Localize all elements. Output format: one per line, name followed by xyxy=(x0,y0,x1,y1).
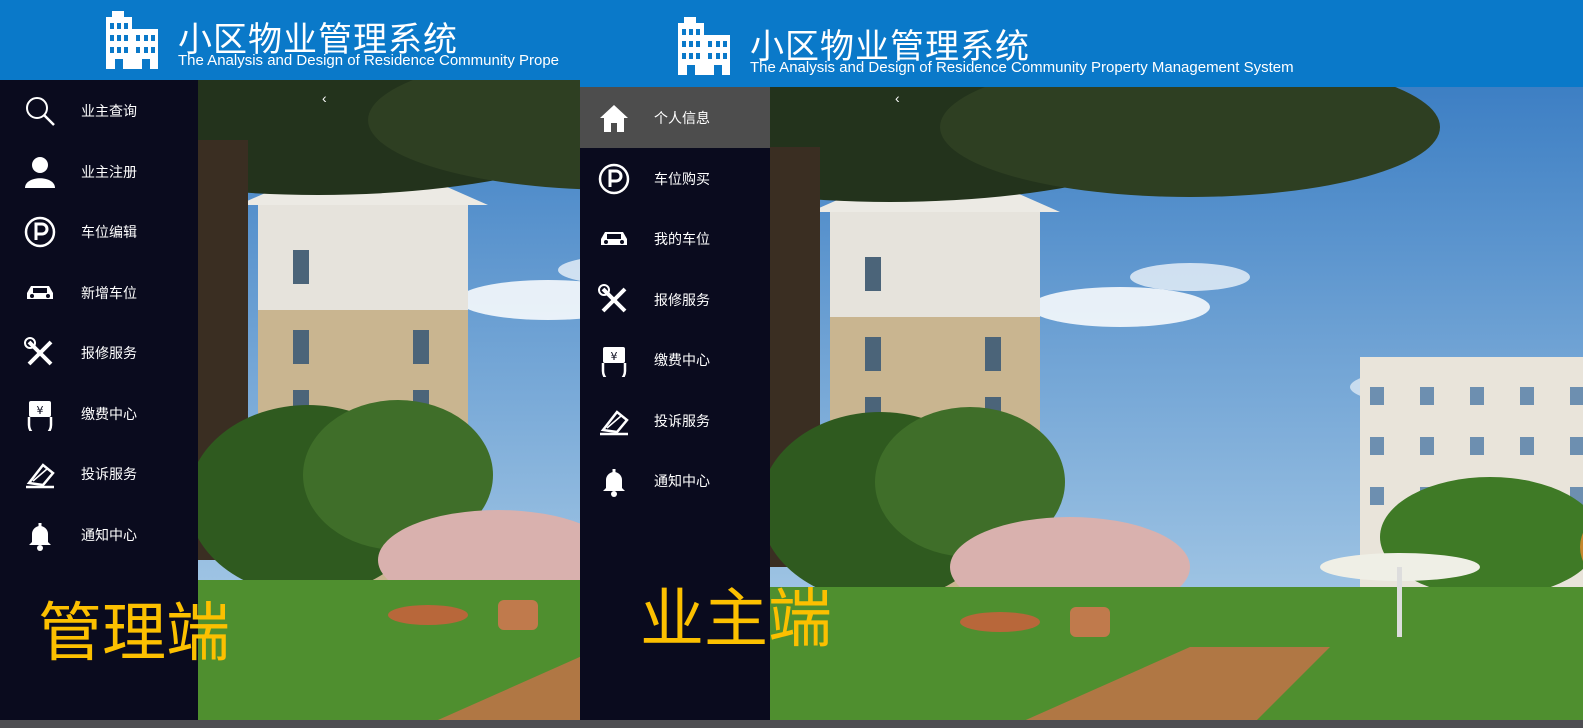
sidebar-item-label: 我的车位 xyxy=(654,231,710,247)
sidebar-item-payment[interactable]: ¥ 缴费中心 xyxy=(0,383,198,444)
sidebar-item-label: 缴费中心 xyxy=(654,352,710,368)
sidebar-item-label: 车位购买 xyxy=(654,170,710,187)
background-photo xyxy=(770,87,1583,720)
complaint-icon xyxy=(23,457,57,491)
owner-caption: 业主端 xyxy=(640,583,832,655)
sidebar-item-notification[interactable]: 通知中心 xyxy=(0,504,198,565)
app-subtitle: The Analysis and Design of Residence Com… xyxy=(750,59,1294,76)
admin-header: 小区物业管理系统 The Analysis and Design of Resi… xyxy=(0,0,580,80)
sidebar-item-repair[interactable]: 报修服务 xyxy=(0,322,198,383)
building-logo-icon xyxy=(104,9,160,69)
sidebar-item-owner-register[interactable]: 业主注册 xyxy=(0,141,198,202)
car-icon xyxy=(23,276,57,310)
svg-text:¥: ¥ xyxy=(37,404,44,417)
sidebar-item-repair[interactable]: 报修服务 xyxy=(580,269,770,330)
home-icon xyxy=(597,101,631,135)
sidebar-item-label: 车位编辑 xyxy=(81,224,137,240)
sidebar-item-complaint[interactable]: 投诉服务 xyxy=(580,390,770,451)
tools-icon xyxy=(597,283,631,317)
admin-caption: 管理端 xyxy=(38,597,230,669)
parking-icon xyxy=(23,215,57,249)
bell-icon xyxy=(23,518,57,552)
bell-icon xyxy=(597,464,631,498)
sidebar-item-owner-query[interactable]: 业主查询 xyxy=(0,80,198,141)
tools-icon xyxy=(23,336,57,370)
sidebar-item-label: 通知中心 xyxy=(81,526,137,543)
sidebar-item-label: 缴费中心 xyxy=(81,405,137,422)
sidebar-item-label: 业主注册 xyxy=(81,163,137,180)
owner-screenshot: 小区物业管理系统 The Analysis and Design of Resi… xyxy=(580,0,1583,720)
sidebar-item-label: 通知中心 xyxy=(654,473,710,489)
user-icon xyxy=(23,155,57,189)
sidebar-item-profile[interactable]: 个人信息 xyxy=(580,87,770,148)
sidebar-item-notification[interactable]: 通知中心 xyxy=(580,450,770,511)
sidebar-item-label: 报修服务 xyxy=(81,345,137,361)
complaint-icon xyxy=(597,404,631,438)
sidebar-collapse-icon[interactable]: ‹ xyxy=(322,90,327,106)
sidebar-item-add-parking[interactable]: 新增车位 xyxy=(0,262,198,323)
sidebar-item-label: 投诉服务 xyxy=(654,412,710,429)
sidebar-item-label: 投诉服务 xyxy=(81,466,137,482)
sidebar-item-payment[interactable]: ¥ 缴费中心 xyxy=(580,329,770,390)
search-icon xyxy=(23,94,57,128)
sidebar-item-complaint[interactable]: 投诉服务 xyxy=(0,443,198,504)
building-logo-icon xyxy=(676,15,732,75)
sidebar-collapse-icon[interactable]: ‹ xyxy=(895,90,900,106)
background-photo xyxy=(198,80,580,720)
sidebar-item-parking-edit[interactable]: 车位编辑 xyxy=(0,201,198,262)
admin-screenshot: 小区物业管理系统 The Analysis and Design of Resi… xyxy=(0,0,580,720)
sidebar-item-label: 个人信息 xyxy=(654,110,710,126)
sidebar-item-label: 新增车位 xyxy=(81,284,137,301)
sidebar-item-label: 报修服务 xyxy=(654,291,710,308)
sidebar-item-parking-purchase[interactable]: 车位购买 xyxy=(580,148,770,209)
sidebar-item-my-parking[interactable]: 我的车位 xyxy=(580,208,770,269)
car-icon xyxy=(597,222,631,256)
payment-icon: ¥ xyxy=(23,397,57,431)
bottom-strip xyxy=(0,720,1583,728)
app-subtitle: The Analysis and Design of Residence Com… xyxy=(178,52,560,69)
svg-text:¥: ¥ xyxy=(611,350,618,363)
owner-header: 小区物业管理系统 The Analysis and Design of Resi… xyxy=(580,0,1583,87)
payment-icon: ¥ xyxy=(597,343,631,377)
parking-icon xyxy=(597,162,631,196)
sidebar-item-label: 业主查询 xyxy=(81,103,137,119)
